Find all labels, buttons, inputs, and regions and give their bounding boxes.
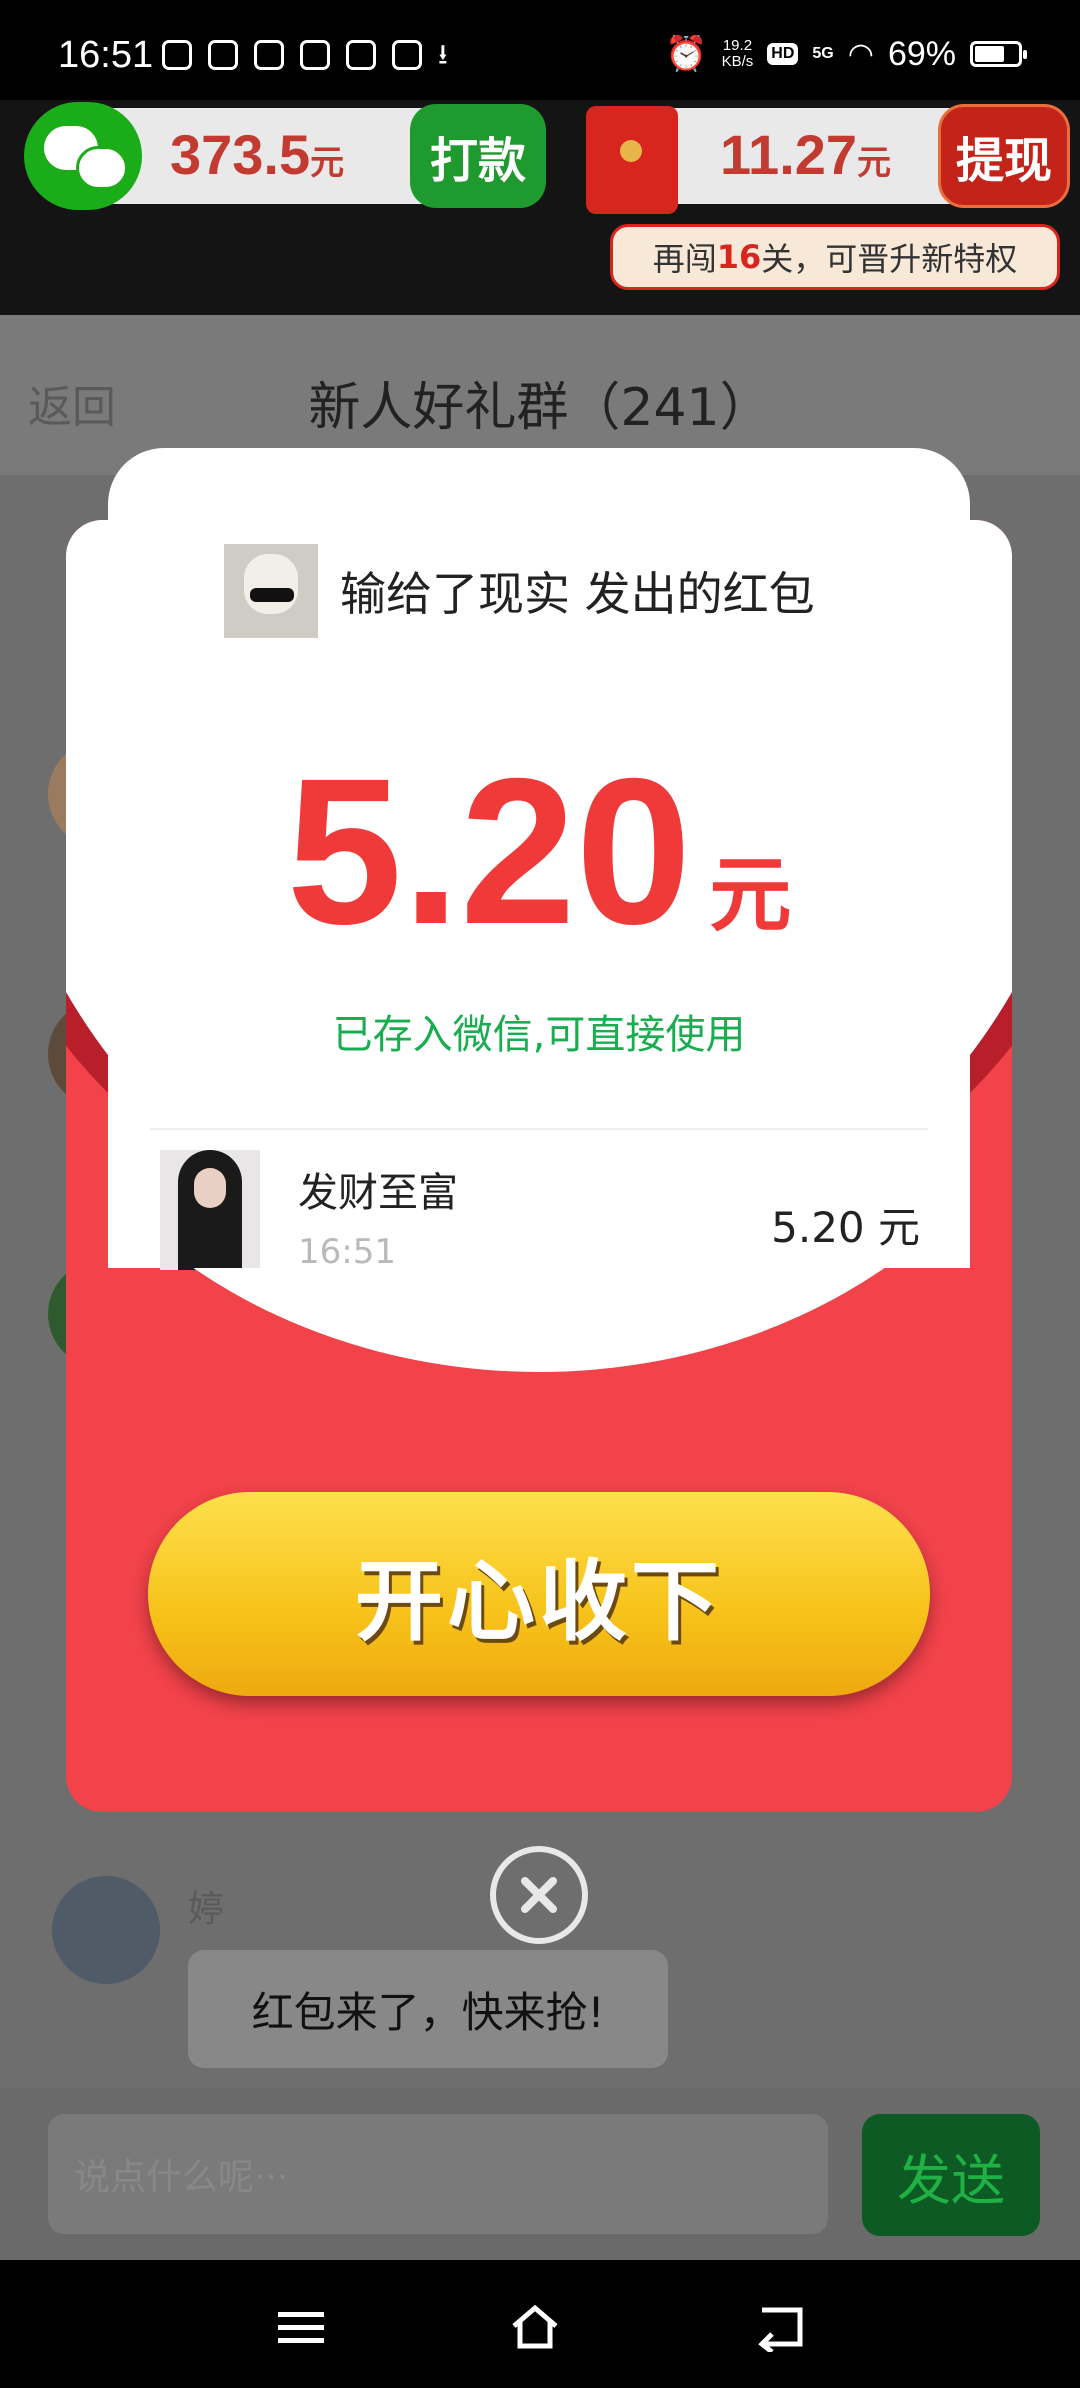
wechat-wallet: 373.5元 打款 bbox=[24, 102, 546, 210]
redpacket-wallet: 11.27元 提现 bbox=[586, 104, 1070, 214]
net-speed-unit: KB/s bbox=[721, 53, 754, 70]
promo-suffix: 关，可晋升新特权 bbox=[761, 240, 1018, 278]
alarm-icon: ⏰ bbox=[665, 35, 708, 73]
notification-icons: ⭳ bbox=[162, 40, 448, 70]
amount-unit: 元 bbox=[709, 850, 792, 941]
claim-button[interactable]: 开心收下 bbox=[148, 1492, 930, 1696]
battery-percent: 69% bbox=[887, 34, 956, 73]
received-amount: 5.20 元 bbox=[108, 748, 970, 956]
message-input[interactable]: 说点什么呢··· bbox=[48, 2114, 828, 2234]
net-speed-value: 19.2 bbox=[722, 37, 753, 54]
claim-record: 发财至富 16:51 5.20 元 bbox=[160, 1150, 920, 1272]
send-button[interactable]: 发送 bbox=[862, 2114, 1040, 2236]
red-packet-card: 输给了现实 发出的红包 5.20 元 已存入微信,可直接使用 发财至富 16:51… bbox=[108, 448, 970, 1272]
app-notification-icon bbox=[208, 40, 238, 70]
app-notification-icon bbox=[346, 40, 376, 70]
promo-prefix: 再闯 bbox=[652, 240, 717, 278]
record-name: 发财至富 bbox=[298, 1170, 458, 1216]
battery-fill bbox=[975, 46, 1004, 62]
signal-icon: 5G bbox=[812, 45, 834, 62]
back-nav-icon[interactable] bbox=[756, 2302, 806, 2352]
wechat-icon bbox=[24, 102, 142, 210]
last-sender-avatar[interactable] bbox=[52, 1876, 160, 1984]
balance-header: 373.5元 打款 11.27元 提现 再闯 16 关，可晋升新特权 bbox=[0, 100, 1080, 315]
withdraw-button[interactable]: 提现 bbox=[938, 104, 1070, 208]
red-packet-icon bbox=[586, 106, 678, 214]
record-amount: 5.20 元 bbox=[771, 1203, 920, 1252]
menu-icon[interactable] bbox=[276, 2302, 326, 2352]
promo-level-count: 16 bbox=[716, 238, 762, 276]
message-bubble[interactable]: 红包来了，快来抢! bbox=[188, 1950, 668, 2068]
status-time: 16:51 bbox=[58, 34, 154, 76]
app-notification-icon bbox=[300, 40, 330, 70]
amount-value: 5.20 bbox=[286, 736, 692, 968]
sender-line: 输给了现实 发出的红包 bbox=[340, 567, 815, 621]
app-notification-icon bbox=[392, 40, 422, 70]
system-nav-bar bbox=[0, 2260, 1080, 2388]
saved-note: 已存入微信,可直接使用 bbox=[332, 1012, 746, 1058]
last-sender-name: 婷 bbox=[188, 1889, 225, 1930]
record-time: 16:51 bbox=[298, 1232, 396, 1272]
divider bbox=[150, 1128, 928, 1130]
battery-icon bbox=[970, 41, 1027, 67]
transfer-button[interactable]: 打款 bbox=[410, 104, 546, 208]
input-bar: 说点什么呢··· 发送 bbox=[0, 2088, 1080, 2260]
close-button[interactable] bbox=[490, 1846, 588, 1944]
home-icon[interactable] bbox=[510, 2302, 560, 2352]
download-icon: ⭳ bbox=[438, 38, 448, 71]
hd-badge: HD bbox=[767, 43, 799, 65]
group-title: 新人好礼群（241） bbox=[308, 378, 772, 438]
redpacket-balance: 11.27元 bbox=[720, 123, 892, 186]
record-avatar bbox=[160, 1150, 260, 1270]
app-notification-icon bbox=[162, 40, 192, 70]
net-speed: 19.2 KB/s bbox=[722, 38, 754, 70]
close-icon bbox=[521, 1877, 557, 1913]
card-curve bbox=[66, 1268, 1012, 1372]
level-promo-banner: 再闯 16 关，可晋升新特权 bbox=[610, 224, 1060, 290]
wechat-balance: 373.5元 bbox=[170, 123, 345, 186]
app-notification-icon bbox=[254, 40, 284, 70]
sender-avatar bbox=[224, 544, 318, 638]
wifi-icon: ◠ bbox=[847, 37, 874, 71]
sender-row: 输给了现实 发出的红包 bbox=[224, 544, 815, 638]
